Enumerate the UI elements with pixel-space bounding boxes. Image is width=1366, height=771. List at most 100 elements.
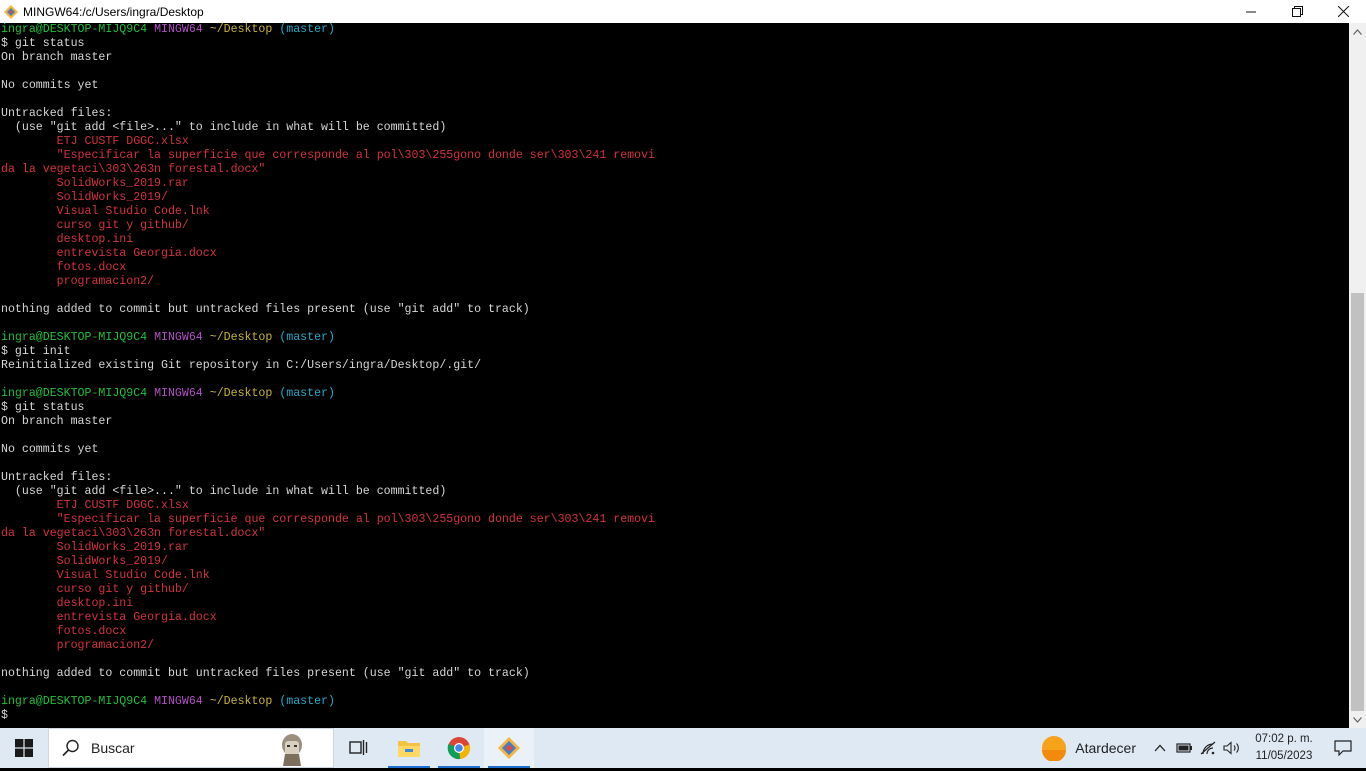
- terminal-line: Untracked files:: [1, 107, 655, 121]
- notifications-button[interactable]: [1320, 728, 1366, 768]
- terminal-text-segment: programacion2/: [1, 639, 155, 652]
- chrome-icon: [447, 737, 471, 760]
- terminal-text-segment: ingra@DESKTOP-MIJQ9C4: [1, 23, 155, 36]
- terminal-text-segment: On branch master: [1, 415, 113, 428]
- minimize-button[interactable]: [1228, 0, 1274, 23]
- terminal-line: Reinitialized existing Git repository in…: [1, 359, 655, 373]
- chrome-button[interactable]: [434, 728, 484, 768]
- scroll-thumb[interactable]: [1351, 293, 1364, 711]
- terminal-text-segment: ETJ CUSTF DGGC.xlsx: [1, 499, 189, 512]
- volume-button[interactable]: [1220, 728, 1244, 768]
- terminal-text-segment: SolidWorks_2019.rar: [1, 177, 189, 190]
- terminal-text-segment: fotos.docx: [1, 625, 127, 638]
- terminal-line: ingra@DESKTOP-MIJQ9C4 MINGW64 ~/Desktop …: [1, 695, 655, 709]
- terminal-text-segment: ingra@DESKTOP-MIJQ9C4: [1, 331, 155, 344]
- wifi-icon: [1200, 741, 1216, 755]
- network-button[interactable]: [1196, 728, 1220, 768]
- terminal-line: "Especificar la superficie que correspon…: [1, 513, 655, 527]
- terminal-line: fotos.docx: [1, 261, 655, 275]
- terminal-text-segment: entrevista Georgia.docx: [1, 247, 217, 260]
- show-hidden-icons-button[interactable]: [1148, 728, 1172, 768]
- restore-button[interactable]: [1274, 0, 1320, 23]
- terminal-line: No commits yet: [1, 443, 655, 457]
- terminal-line: No commits yet: [1, 79, 655, 93]
- close-button[interactable]: [1320, 0, 1366, 23]
- terminal-line: nothing added to commit but untracked fi…: [1, 303, 655, 317]
- terminal-line: SolidWorks_2019/: [1, 555, 655, 569]
- terminal-text-segment: (use "git add <file>..." to include in w…: [1, 485, 447, 498]
- terminal-text-segment: curso git y github/: [1, 219, 189, 232]
- terminal-text-segment: nothing added to commit but untracked fi…: [1, 667, 530, 680]
- terminal-line: da la vegetaci\303\263n forestal.docx": [1, 527, 655, 541]
- terminal-text-segment: "Especificar la superficie que correspon…: [1, 513, 655, 526]
- terminal-line: ingra@DESKTOP-MIJQ9C4 MINGW64 ~/Desktop …: [1, 23, 655, 37]
- terminal-line: fotos.docx: [1, 625, 655, 639]
- terminal-text-segment: $ git status: [1, 401, 85, 414]
- terminal-text-segment: da la vegetaci\303\263n forestal.docx": [1, 163, 266, 176]
- weather-widget[interactable]: Atardecer: [1041, 735, 1136, 761]
- search-box[interactable]: Buscar: [48, 728, 334, 768]
- terminal-text-segment: $ git status: [1, 37, 85, 50]
- terminal-line: $ git init: [1, 345, 655, 359]
- terminal-text-segment: desktop.ini: [1, 597, 134, 610]
- terminal-line: desktop.ini: [1, 233, 655, 247]
- terminal-text-segment: SolidWorks_2019.rar: [1, 541, 189, 554]
- terminal-line: Untracked files:: [1, 471, 655, 485]
- start-button[interactable]: [0, 728, 48, 768]
- battery-icon: [1176, 743, 1192, 753]
- terminal-text-segment: (use "git add <file>..." to include in w…: [1, 121, 447, 134]
- git-bash-icon: [4, 4, 18, 19]
- battery-button[interactable]: [1172, 728, 1196, 768]
- terminal-line: On branch master: [1, 51, 655, 65]
- terminal-line: entrevista Georgia.docx: [1, 247, 655, 261]
- terminal-text-segment: da la vegetaci\303\263n forestal.docx": [1, 527, 266, 540]
- weather-label: Atardecer: [1075, 740, 1136, 756]
- terminal-text-segment: ETJ CUSTF DGGC.xlsx: [1, 135, 189, 148]
- terminal-output[interactable]: ingra@DESKTOP-MIJQ9C4 MINGW64 ~/Desktop …: [0, 23, 1349, 728]
- terminal-text-segment: (master): [279, 387, 335, 400]
- terminal-text-segment: Untracked files:: [1, 471, 113, 484]
- terminal-text-segment: programacion2/: [1, 275, 155, 288]
- window-title: MINGW64:/c/Users/ingra/Desktop: [23, 4, 204, 19]
- terminal-text-segment: No commits yet: [1, 79, 99, 92]
- terminal-text-segment: Reinitialized existing Git repository in…: [1, 359, 482, 372]
- terminal-line: $ git status: [1, 37, 655, 51]
- terminal-text-segment: MINGW64: [154, 23, 210, 36]
- scroll-down-arrow-icon[interactable]: [1349, 711, 1366, 728]
- terminal-line: programacion2/: [1, 639, 655, 653]
- terminal-lines: ingra@DESKTOP-MIJQ9C4 MINGW64 ~/Desktop …: [1, 23, 655, 723]
- terminal-text-segment: SolidWorks_2019/: [1, 555, 168, 568]
- terminal-line: Visual Studio Code.lnk: [1, 569, 655, 583]
- terminal-line: curso git y github/: [1, 219, 655, 233]
- terminal-text-segment: Visual Studio Code.lnk: [1, 569, 210, 582]
- clock[interactable]: 07:02 p. m. 11/05/2023: [1248, 731, 1320, 765]
- vertical-scrollbar[interactable]: [1349, 23, 1366, 728]
- terminal-text-segment: SolidWorks_2019/: [1, 191, 168, 204]
- taskbar: Buscar Atardecer 07:02 p. m. 11/05/2023: [0, 728, 1366, 768]
- file-explorer-button[interactable]: [384, 728, 434, 768]
- terminal-line: SolidWorks_2019/: [1, 191, 655, 205]
- terminal-line: curso git y github/: [1, 583, 655, 597]
- notification-icon: [1334, 740, 1352, 756]
- terminal-line: Visual Studio Code.lnk: [1, 205, 655, 219]
- terminal-text-segment: desktop.ini: [1, 233, 134, 246]
- task-view-button[interactable]: [334, 728, 384, 768]
- terminal-text-segment: (master): [279, 695, 335, 708]
- scroll-up-arrow-icon[interactable]: [1349, 23, 1366, 40]
- terminal-line: (use "git add <file>..." to include in w…: [1, 121, 655, 135]
- git-bash-button[interactable]: [484, 728, 534, 768]
- terminal-text-segment: Untracked files:: [1, 107, 113, 120]
- terminal-text-segment: ~/Desktop: [209, 331, 280, 344]
- terminal-line: SolidWorks_2019.rar: [1, 541, 655, 555]
- terminal-line: (use "git add <file>..." to include in w…: [1, 485, 655, 499]
- speaker-icon: [1223, 741, 1239, 755]
- terminal-text-segment: No commits yet: [1, 443, 99, 456]
- terminal-line: nothing added to commit but untracked fi…: [1, 667, 655, 681]
